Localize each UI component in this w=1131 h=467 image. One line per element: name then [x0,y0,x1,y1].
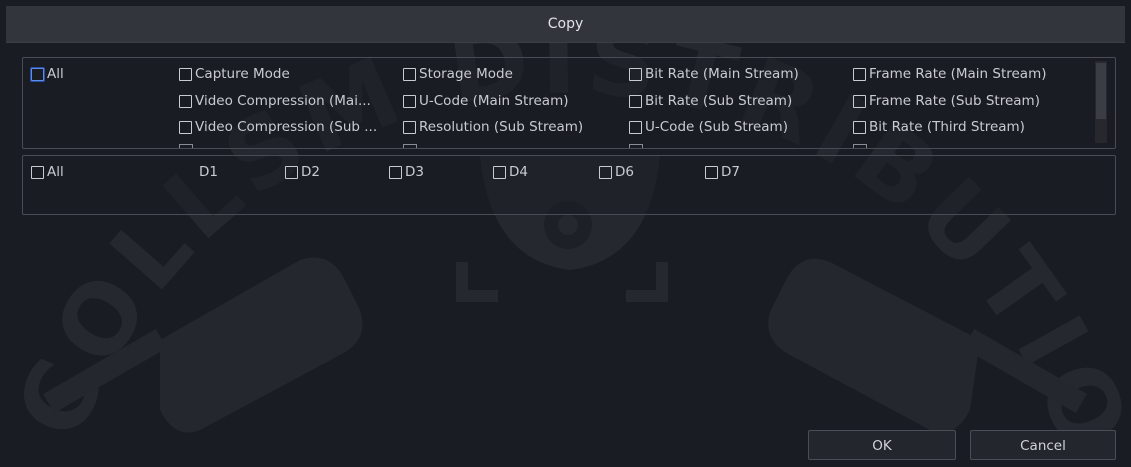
param-storage-mode[interactable]: Storage Mode [403,64,513,84]
checkbox-icon [493,165,506,179]
param-framerate-sub[interactable]: Frame Rate (Sub Stream) [853,91,1040,111]
param-label: Storage Mode [419,66,513,82]
channel-label: D6 [615,164,634,180]
param-label: Video Compression (Sub ... [195,119,378,135]
param-label: U-Code (Sub Stream) [645,119,788,135]
checkbox-icon [179,67,192,81]
channel-d3[interactable]: D3 [389,162,424,182]
checkbox-icon [389,165,402,179]
param-label: Frame Rate (Main Stream) [869,66,1047,82]
scrollbar-thumb[interactable] [1096,63,1106,119]
checkbox-icon [853,94,866,108]
param-label: Bit Rate (Third Stream) [869,119,1025,135]
checkbox-icon [599,165,612,179]
channel-d2[interactable]: D2 [285,162,320,182]
params-all-checkbox[interactable]: All [31,64,64,84]
param-label: U-Code (Main Stream) [419,93,569,109]
param-framerate-main[interactable]: Frame Rate (Main Stream) [853,64,1047,84]
checkbox-icon [179,120,192,134]
channel-label: D7 [721,164,740,180]
ok-button[interactable]: OK [808,430,956,460]
checkbox-icon [403,120,416,134]
param-label: Capture Mode [195,66,290,82]
clipped-checkbox-icon [179,144,193,148]
checkbox-icon [31,67,44,81]
param-bitrate-main[interactable]: Bit Rate (Main Stream) [629,64,799,84]
channel-label: D4 [509,164,528,180]
channels-panel: All D1 D2 D3 D4 D6 D7 [22,155,1116,215]
param-label: Frame Rate (Sub Stream) [869,93,1040,109]
checkbox-icon [31,165,44,179]
checkbox-icon [629,67,642,81]
clipped-checkbox-icon [629,144,643,148]
cancel-button[interactable]: Cancel [970,430,1116,460]
param-label: Resolution (Sub Stream) [419,119,584,135]
checkbox-icon [853,120,866,134]
param-ucode-main[interactable]: U-Code (Main Stream) [403,91,569,111]
channels-all-label: All [47,164,64,180]
checkbox-icon [629,120,642,134]
checkbox-icon [705,165,718,179]
param-ucode-sub[interactable]: U-Code (Sub Stream) [629,117,788,137]
params-all-label: All [47,66,64,82]
channel-label: D1 [199,164,218,180]
params-panel: All Capture Mode Video Compression (Mai.… [22,57,1116,149]
param-label: Bit Rate (Main Stream) [645,66,799,82]
checkbox-icon [403,94,416,108]
checkbox-icon [285,165,298,179]
channel-d7[interactable]: D7 [705,162,740,182]
dialog-title: Copy [547,16,584,32]
clipped-checkbox-icon [403,144,417,148]
param-bitrate-sub[interactable]: Bit Rate (Sub Stream) [629,91,792,111]
clipped-checkbox-icon [853,144,867,148]
param-bitrate-third[interactable]: Bit Rate (Third Stream) [853,117,1025,137]
channel-d6[interactable]: D6 [599,162,634,182]
checkbox-icon [629,94,642,108]
copy-dialog: Copy All Capture Mode Video Compression … [0,0,1131,467]
channel-d1[interactable]: D1 [183,162,218,182]
param-resolution-sub[interactable]: Resolution (Sub Stream) [403,117,583,137]
checkbox-icon [853,67,866,81]
param-label: Video Compression (Mai... [195,93,371,109]
param-video-compression-main[interactable]: Video Compression (Mai... [179,91,395,111]
param-capture-mode[interactable]: Capture Mode [179,64,290,84]
dialog-titlebar: Copy [6,6,1125,43]
checkbox-icon [179,94,192,108]
channel-label: D2 [301,164,320,180]
channels-all-checkbox[interactable]: All [31,162,64,182]
param-label: Bit Rate (Sub Stream) [645,93,793,109]
checkbox-icon [403,67,416,81]
channel-d4[interactable]: D4 [493,162,528,182]
params-scrollbar[interactable] [1095,61,1107,143]
param-video-compression-sub[interactable]: Video Compression (Sub ... [179,117,400,137]
channel-label: D3 [405,164,424,180]
